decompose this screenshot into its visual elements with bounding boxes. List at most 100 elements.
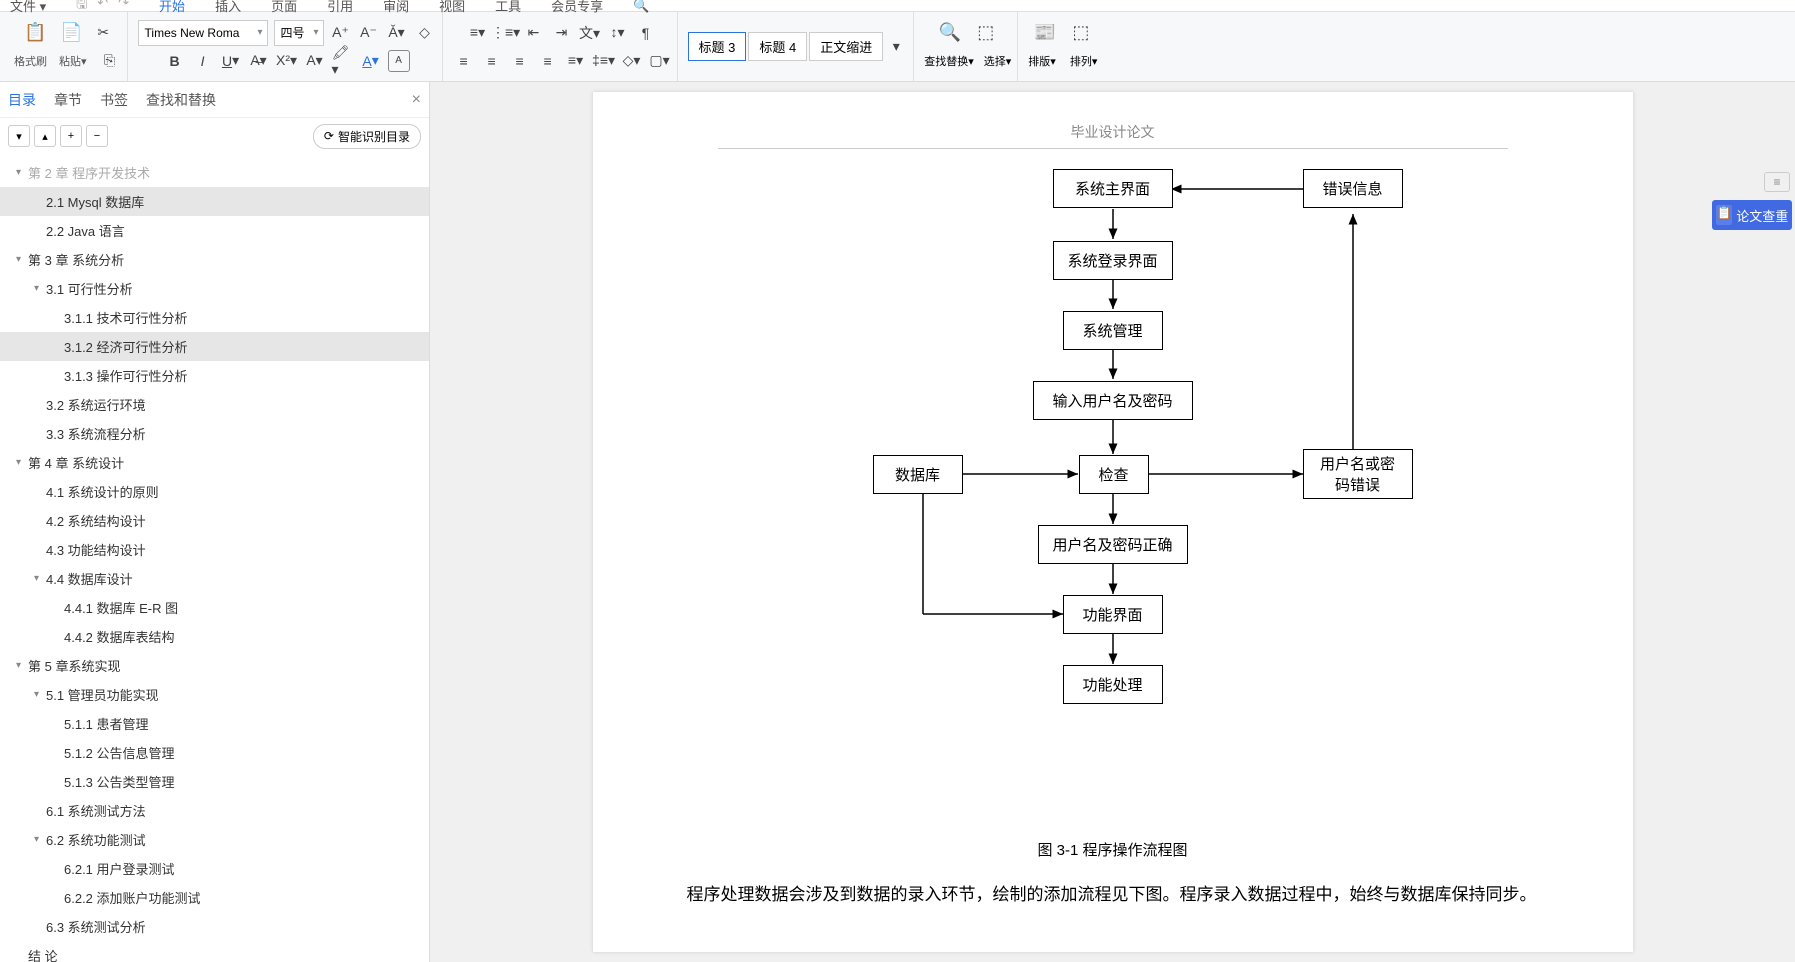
cut-icon[interactable]: ✂ (92, 22, 114, 44)
italic-icon[interactable]: I (192, 50, 214, 72)
find-replace-label[interactable]: 查找替换▾ (924, 53, 974, 69)
toc-item[interactable]: 5.1.3 公告类型管理 (0, 767, 429, 796)
typeset-label[interactable]: 排版▾ (1028, 53, 1056, 69)
ribbon-toolbar: 📋 📄 ✂ 格式刷 粘贴▾ ⎘ Times New Roma 四号 A⁺ A⁻ … (0, 12, 1795, 82)
toc-item[interactable]: 6.1 系统测试方法 (0, 796, 429, 825)
shrink-font-icon[interactable]: A⁻ (358, 22, 380, 44)
underline-icon[interactable]: U▾ (220, 50, 242, 72)
strike-icon[interactable]: A̶▾ (248, 50, 270, 72)
nav-tab-bookmark[interactable]: 书签 (100, 90, 128, 110)
font-family-select[interactable]: Times New Roma (138, 20, 268, 46)
toc-item[interactable]: 3.2 系统运行环境 (0, 390, 429, 419)
flow-box-input: 输入用户名及密码 (1033, 381, 1193, 420)
toc-item[interactable]: ▾5.1 管理员功能实现 (0, 680, 429, 709)
toc-item[interactable]: 4.4.1 数据库 E-R 图 (0, 593, 429, 622)
styles-more-icon[interactable]: ▾ (885, 36, 907, 58)
sort-icon[interactable]: ↕▾ (607, 22, 629, 44)
style-heading3[interactable]: 标题 3 (688, 32, 747, 61)
toc-item[interactable]: 5.1.1 患者管理 (0, 709, 429, 738)
indent-inc-icon[interactable]: ⇥ (551, 22, 573, 44)
toc-item[interactable]: 6.3 系统测试分析 (0, 912, 429, 941)
text-effect-icon[interactable]: A▾ (304, 50, 326, 72)
toc-item[interactable]: 3.3 系统流程分析 (0, 419, 429, 448)
arrange-label[interactable]: 排列▾ (1070, 53, 1098, 69)
copy-icon[interactable]: 📄 (56, 18, 86, 48)
flow-box-db: 数据库 (873, 455, 963, 494)
typeset-icon[interactable]: 📰 (1030, 18, 1060, 48)
toc-item[interactable]: 3.1.1 技术可行性分析 (0, 303, 429, 332)
format-brush-label[interactable]: 格式刷 (14, 53, 47, 69)
bold-icon[interactable]: B (164, 50, 186, 72)
align-left-icon[interactable]: ≡ (453, 50, 475, 72)
toc-item[interactable]: ▾第 4 章 系统设计 (0, 448, 429, 477)
nav-tab-toc[interactable]: 目录 (8, 90, 36, 110)
toc-item[interactable]: 5.1.2 公告信息管理 (0, 738, 429, 767)
toc-item[interactable]: 3.1.2 经济可行性分析 (0, 332, 429, 361)
toc-item[interactable]: ▾第 3 章 系统分析 (0, 245, 429, 274)
toc-item[interactable]: 6.2.1 用户登录测试 (0, 854, 429, 883)
flowchart-diagram: 系统主界面 系统登录界面 系统管理 输入用户名及密码 数据库 检查 用户名或密码… (763, 169, 1463, 829)
document-area[interactable]: 毕业设计论文 (430, 82, 1795, 962)
select-icon[interactable]: ⬚ (971, 18, 1001, 48)
nav-tab-find[interactable]: 查找和替换 (146, 90, 216, 110)
toc-item[interactable]: ▾3.1 可行性分析 (0, 274, 429, 303)
nav-collapse-icon[interactable]: ▴ (34, 125, 56, 147)
paper-check-button[interactable]: 📋 论文查重 (1712, 200, 1792, 230)
toc-item[interactable]: ▾第 2 章 程序开发技术 (0, 158, 429, 187)
document-page: 毕业设计论文 (593, 92, 1633, 952)
align-justify-icon[interactable]: ≡ (537, 50, 559, 72)
toc-item[interactable]: 3.1.3 操作可行性分析 (0, 361, 429, 390)
grow-font-icon[interactable]: A⁺ (330, 22, 352, 44)
borders-icon[interactable]: ▢▾ (649, 50, 671, 72)
align-center-icon[interactable]: ≡ (481, 50, 503, 72)
char-border-icon[interactable]: A (388, 50, 410, 72)
nav-remove-icon[interactable]: − (86, 125, 108, 147)
paste-label[interactable]: 粘贴▾ (59, 53, 87, 69)
flow-box-login: 系统登录界面 (1053, 241, 1173, 280)
indent-dec-icon[interactable]: ⇤ (523, 22, 545, 44)
text-direction-icon[interactable]: 文▾ (579, 22, 601, 44)
show-marks-icon[interactable]: ¶ (635, 22, 657, 44)
clipboard-icon[interactable]: ⎘ (99, 50, 121, 72)
superscript-icon[interactable]: X²▾ (276, 50, 298, 72)
style-heading4[interactable]: 标题 4 (748, 32, 807, 61)
toc-item[interactable]: 4.2 系统结构设计 (0, 506, 429, 535)
paste-icon[interactable]: 📋 (20, 18, 50, 48)
font-size-select[interactable]: 四号 (274, 20, 324, 46)
numbering-icon[interactable]: ⋮≡▾ (495, 22, 517, 44)
toc-item[interactable]: 2.1 Mysql 数据库 (0, 187, 429, 216)
change-case-icon[interactable]: Ǎ▾ (386, 22, 408, 44)
arrange-icon[interactable]: ⬚ (1066, 18, 1096, 48)
line-spacing-icon[interactable]: ‡≡▾ (593, 50, 615, 72)
navigation-panel: 目录 章节 书签 查找和替换 × ▾ ▴ + − ⟳ 智能识别目录 ▾第 2 章… (0, 82, 430, 962)
toc-item[interactable]: 2.2 Java 语言 (0, 216, 429, 245)
flow-box-manage: 系统管理 (1063, 311, 1163, 350)
select-label[interactable]: 选择▾ (984, 53, 1012, 69)
find-replace-icon[interactable]: 🔍 (935, 18, 965, 48)
toc-item[interactable]: 4.4.2 数据库表结构 (0, 622, 429, 651)
toc-item[interactable]: ▾4.4 数据库设计 (0, 564, 429, 593)
rightbar-toggle-icon[interactable]: ≡ (1764, 172, 1790, 192)
nav-tab-chapter[interactable]: 章节 (54, 90, 82, 110)
toc-item[interactable]: ▾第 5 章系统实现 (0, 651, 429, 680)
clear-format-icon[interactable]: ◇ (414, 22, 436, 44)
nav-expand-icon[interactable]: ▾ (8, 125, 30, 147)
toc-item[interactable]: ▾6.2 系统功能测试 (0, 825, 429, 854)
nav-close-icon[interactable]: × (412, 91, 421, 109)
toc-item[interactable]: 4.3 功能结构设计 (0, 535, 429, 564)
bullets-icon[interactable]: ≡▾ (467, 22, 489, 44)
smart-toc-button[interactable]: ⟳ 智能识别目录 (313, 124, 421, 149)
font-color-icon[interactable]: A▾ (360, 50, 382, 72)
shading-icon[interactable]: ◇▾ (621, 50, 643, 72)
align-right-icon[interactable]: ≡ (509, 50, 531, 72)
toc-item[interactable]: 4.1 系统设计的原则 (0, 477, 429, 506)
page-header: 毕业设计论文 (718, 122, 1508, 149)
flow-box-correct: 用户名及密码正确 (1038, 525, 1188, 564)
toc-item[interactable]: 结 论 (0, 941, 429, 962)
nav-add-icon[interactable]: + (60, 125, 82, 147)
toc-item[interactable]: 6.2.2 添加账户功能测试 (0, 883, 429, 912)
style-body-indent[interactable]: 正文缩进 (809, 32, 883, 61)
highlight-icon[interactable]: 🖍▾ (332, 50, 354, 72)
distribute-icon[interactable]: ≡▾ (565, 50, 587, 72)
body-paragraph: 程序处理数据会涉及到数据的录入环节，绘制的添加流程见下图。程序录入数据过程中，始… (653, 878, 1573, 912)
